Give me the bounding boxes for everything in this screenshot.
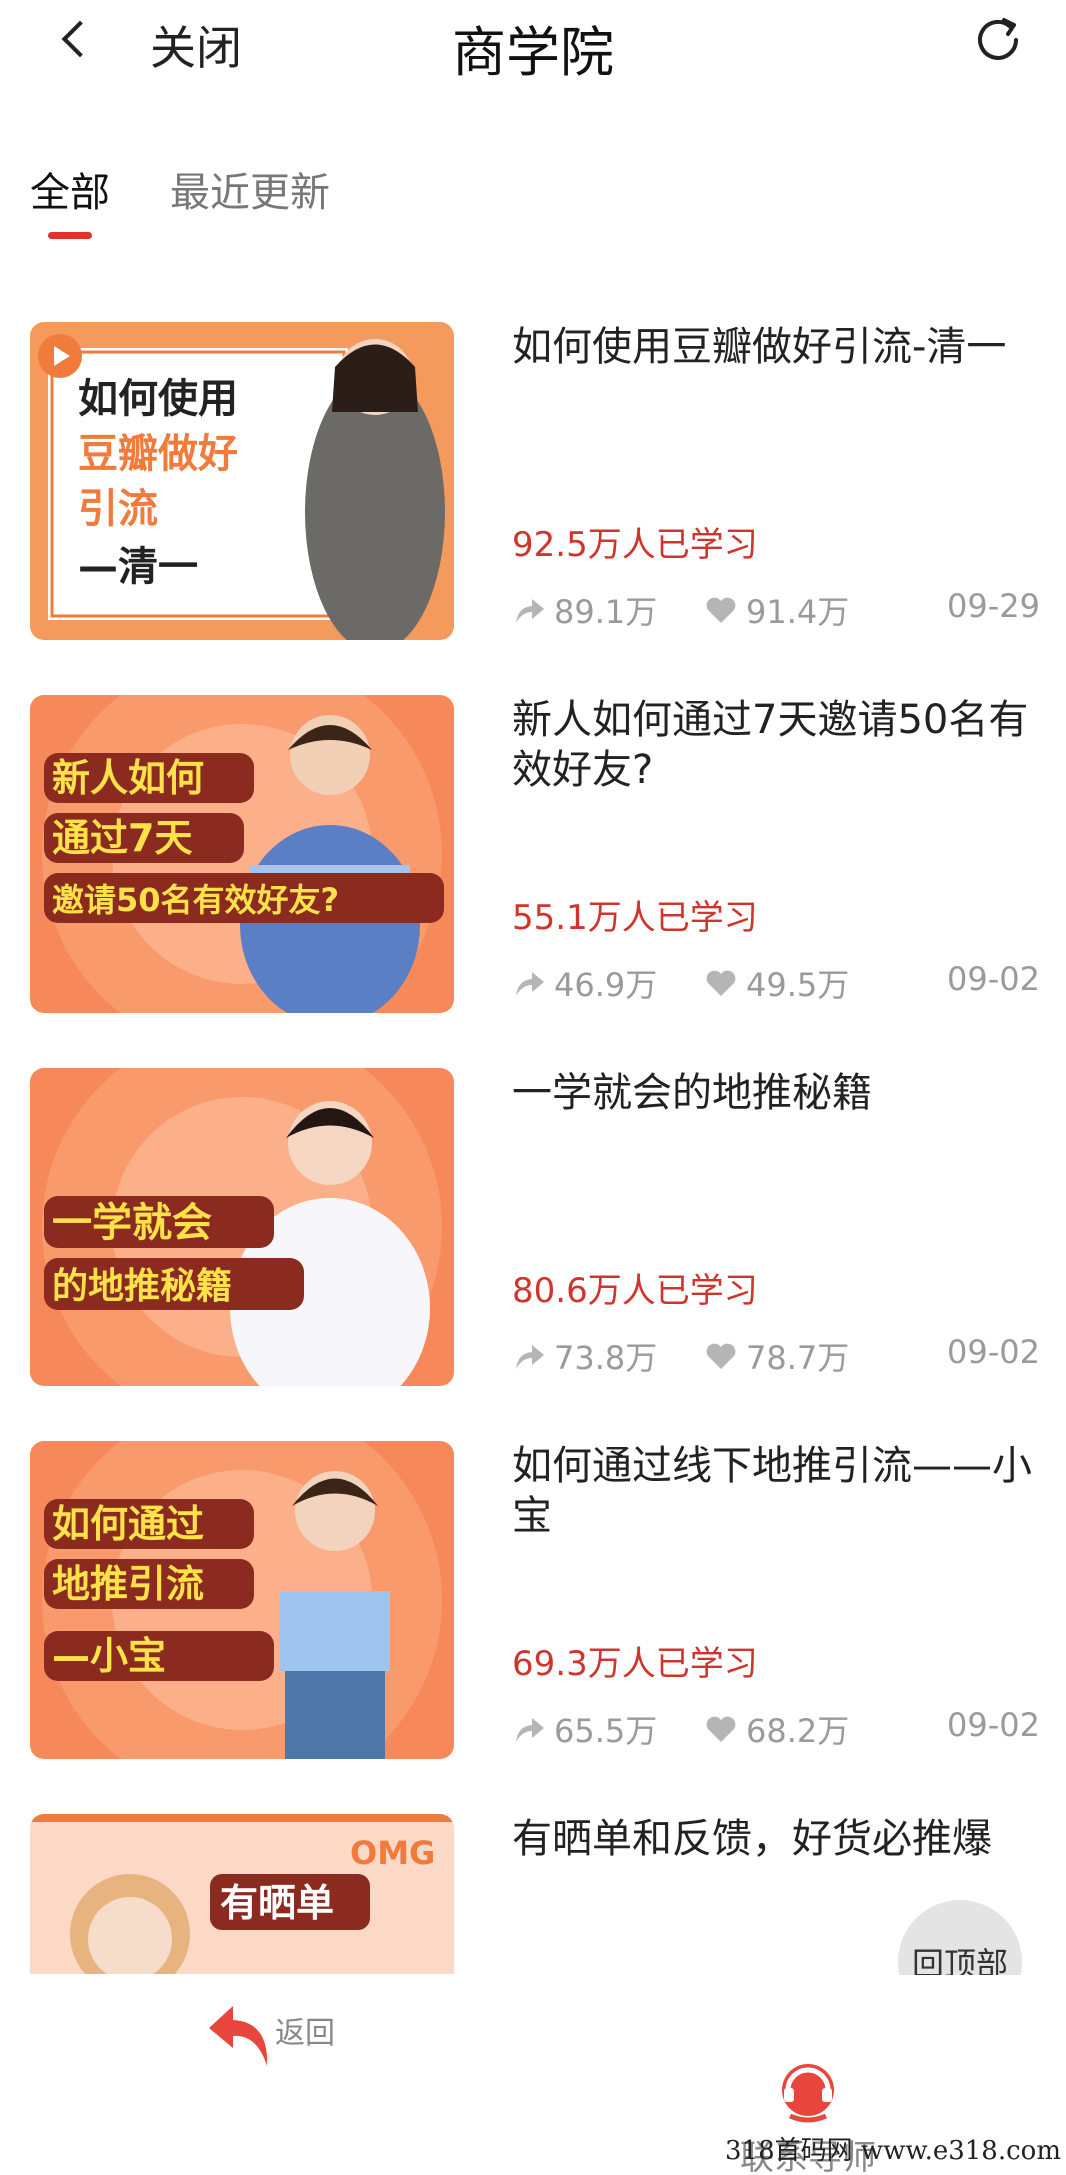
heart-icon <box>706 1716 736 1742</box>
like-count: 49.5万 <box>746 966 850 1004</box>
share-stat[interactable]: 46.9万 <box>512 960 657 1006</box>
learner-count: 92.5万人已学习 <box>512 525 758 565</box>
course-title[interactable]: 一学就会的地推秘籍 <box>512 1068 1042 1118</box>
thumb-line: 一学就会 <box>52 1200 212 1246</box>
learner-count: 69.3万人已学习 <box>512 1644 758 1684</box>
publish-date: 09-29 <box>947 587 1040 625</box>
thumb-line: 地推引流 <box>52 1562 204 1606</box>
thumb-line: 的地推秘籍 <box>52 1266 232 1307</box>
like-stat[interactable]: 91.4万 <box>704 587 849 633</box>
course-item[interactable]: 一学就会 的地推秘籍 一学就会的地推秘籍 80.6万人已学习 73.8万 78.… <box>0 1068 1066 1441</box>
thumb-line: —清一 <box>78 544 198 590</box>
course-stats: 46.9万 49.5万 09-02 <box>512 960 1040 1006</box>
course-item[interactable]: 新人如何 通过7天 邀请50名有效好友? 新人如何通过7天邀请50名有效好友? … <box>0 695 1066 1068</box>
thumb-line: —小宝 <box>52 1634 166 1678</box>
like-stat[interactable]: 68.2万 <box>704 1706 849 1752</box>
course-title[interactable]: 新人如何通过7天邀请50名有效好友? <box>512 695 1042 795</box>
course-stats: 73.8万 78.7万 09-02 <box>512 1333 1040 1379</box>
course-title[interactable]: 如何通过线下地推引流——小宝 <box>512 1441 1042 1541</box>
course-thumbnail[interactable]: 如何通过 地推引流 —小宝 <box>30 1441 454 1759</box>
return-arrow-icon <box>209 2006 268 2066</box>
share-count: 65.5万 <box>554 1712 658 1750</box>
course-thumbnail[interactable]: OMG 有晒单 <box>30 1814 454 1974</box>
heart-icon <box>706 970 736 996</box>
thumb-line: 新人如何 <box>52 756 204 800</box>
thumb-line: 引流 <box>78 486 158 532</box>
thumb-line: 邀请50名有效好友? <box>52 881 339 919</box>
tab-recent-updates[interactable]: 最近更新 <box>170 160 330 218</box>
heart-icon <box>706 1343 736 1369</box>
course-item[interactable]: 如何使用 豆瓣做好 引流 —清一 如何使用豆瓣做好引流-清一 92.5万人已学习… <box>0 322 1066 695</box>
learner-count: 80.6万人已学习 <box>512 1271 758 1311</box>
share-count: 46.9万 <box>554 966 658 1004</box>
share-count: 89.1万 <box>554 593 658 631</box>
learner-count: 55.1万人已学习 <box>512 898 758 938</box>
like-stat[interactable]: 78.7万 <box>704 1333 849 1379</box>
page: 关闭 商学院 全部 最近更新 如何使用 豆瓣做好 引流 —清一 如何使用豆瓣做好… <box>0 0 1066 2175</box>
course-list: 如何使用 豆瓣做好 引流 —清一 如何使用豆瓣做好引流-清一 92.5万人已学习… <box>0 322 1066 1974</box>
course-title[interactable]: 有晒单和反馈，好货必推爆 <box>512 1814 1042 1864</box>
share-icon <box>516 972 544 996</box>
header: 关闭 商学院 <box>0 0 1066 84</box>
back-chevron-icon[interactable] <box>50 14 100 64</box>
like-count: 68.2万 <box>746 1712 850 1750</box>
course-thumbnail[interactable]: 如何使用 豆瓣做好 引流 —清一 <box>30 322 454 640</box>
tab-all[interactable]: 全部 <box>30 160 110 218</box>
like-count: 91.4万 <box>746 593 850 631</box>
close-button[interactable]: 关闭 <box>150 12 242 78</box>
share-icon <box>516 1718 544 1742</box>
headset-icon <box>782 2064 834 2123</box>
watermark: 318首码网 www.e318.com <box>725 2136 1061 2166</box>
share-icon <box>516 599 544 623</box>
refresh-icon[interactable] <box>970 12 1026 68</box>
course-thumbnail[interactable]: 一学就会 的地推秘籍 <box>30 1068 454 1386</box>
active-tab-indicator <box>48 232 92 239</box>
nav-back-label: 返回 <box>275 2016 335 2051</box>
share-stat[interactable]: 65.5万 <box>512 1706 657 1752</box>
thumb-line: 如何通过 <box>52 1502 204 1546</box>
like-count: 78.7万 <box>746 1339 850 1377</box>
share-stat[interactable]: 89.1万 <box>512 587 657 633</box>
share-count: 73.8万 <box>554 1339 658 1377</box>
like-stat[interactable]: 49.5万 <box>704 960 849 1006</box>
course-stats: 89.1万 91.4万 09-29 <box>512 587 1040 633</box>
publish-date: 09-02 <box>947 1333 1040 1371</box>
share-icon <box>516 1345 544 1369</box>
heart-icon <box>706 597 736 623</box>
thumb-line: 有晒单 <box>220 1881 334 1925</box>
share-stat[interactable]: 73.8万 <box>512 1333 657 1379</box>
course-item[interactable]: 如何通过 地推引流 —小宝 如何通过线下地推引流——小宝 69.3万人已学习 6… <box>0 1441 1066 1814</box>
thumb-line: 通过7天 <box>52 816 192 860</box>
thumb-line: 如何使用 <box>78 376 238 422</box>
thumb-line: OMG <box>350 1834 435 1872</box>
nav-back-button[interactable]: 返回 <box>205 2000 345 2080</box>
course-stats: 65.5万 68.2万 09-02 <box>512 1706 1040 1752</box>
course-thumbnail[interactable]: 新人如何 通过7天 邀请50名有效好友? <box>30 695 454 1013</box>
publish-date: 09-02 <box>947 1706 1040 1744</box>
course-title[interactable]: 如何使用豆瓣做好引流-清一 <box>512 322 1042 372</box>
thumb-line: 豆瓣做好 <box>78 431 238 477</box>
publish-date: 09-02 <box>947 960 1040 998</box>
